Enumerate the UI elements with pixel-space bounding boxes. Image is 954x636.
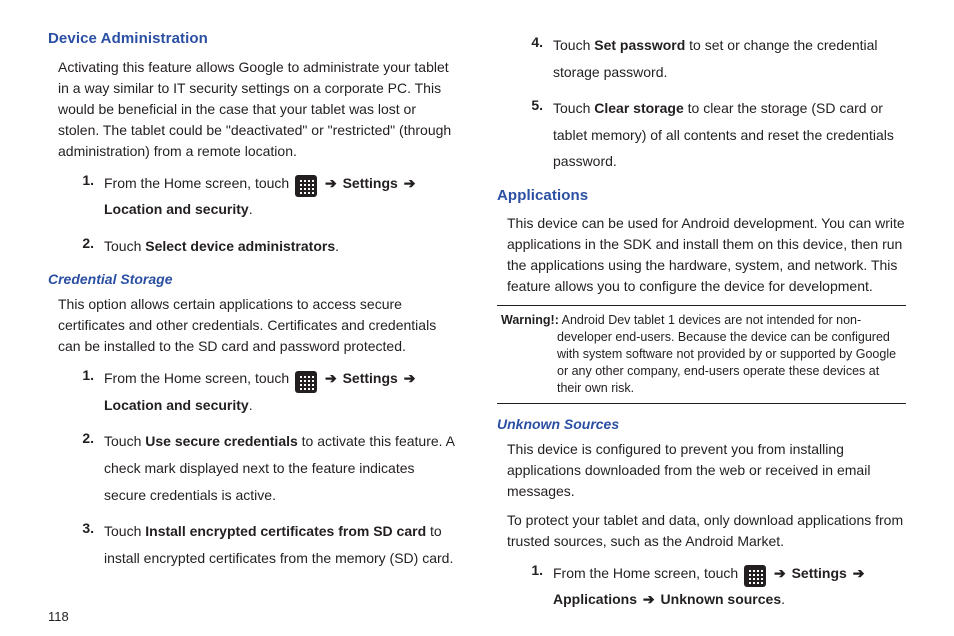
left-column: Device Administration Activating this fe…: [48, 28, 457, 623]
step-bold: Settings: [343, 175, 398, 191]
step-text: .: [335, 238, 339, 254]
step-number: 1.: [78, 170, 104, 191]
page-number: 118: [48, 609, 69, 624]
page-columns: Device Administration Activating this fe…: [48, 28, 906, 623]
step-bold: Settings: [792, 565, 847, 581]
step-bold: Settings: [343, 370, 398, 386]
step-text: From the Home screen, touch: [104, 175, 293, 191]
step-item: 4. Touch Set password to set or change t…: [497, 32, 906, 85]
credential-storage-steps: 1. From the Home screen, touch ➔ Setting…: [48, 365, 457, 571]
device-admin-steps: 1. From the Home screen, touch ➔ Setting…: [48, 170, 457, 260]
step-item: 1. From the Home screen, touch ➔ Setting…: [48, 365, 457, 418]
step-body: Touch Select device administrators.: [104, 233, 457, 260]
step-bold: Use secure credentials: [145, 433, 298, 449]
unknown-sources-p2: To protect your tablet and data, only do…: [507, 510, 906, 552]
step-bold: Location and security: [104, 201, 249, 217]
step-body: Touch Install encrypted certificates fro…: [104, 518, 457, 571]
step-number: 2.: [78, 233, 104, 254]
step-item: 2. Touch Use secure credentials to activ…: [48, 428, 457, 508]
arrow-icon: ➔: [323, 370, 343, 386]
step-number: 1.: [527, 560, 553, 581]
credential-storage-heading: Credential Storage: [48, 269, 457, 290]
arrow-icon: ➔: [402, 175, 418, 191]
step-bold: Set password: [594, 37, 685, 53]
arrow-icon: ➔: [323, 175, 343, 191]
step-item: 2. Touch Select device administrators.: [48, 233, 457, 260]
step-text: Touch: [104, 238, 145, 254]
step-item: 5. Touch Clear storage to clear the stor…: [497, 95, 906, 175]
apps-grid-icon: [295, 371, 317, 393]
warning-box: Warning!: Android Dev tablet 1 devices a…: [497, 305, 906, 403]
step-item: 3. Touch Install encrypted certificates …: [48, 518, 457, 571]
warning-text: Android Dev tablet 1 devices are not int…: [557, 313, 896, 395]
applications-heading: Applications: [497, 185, 906, 208]
applications-intro: This device can be used for Android deve…: [507, 213, 906, 297]
step-text: .: [249, 201, 253, 217]
unknown-sources-p1: This device is configured to prevent you…: [507, 439, 906, 502]
arrow-icon: ➔: [402, 370, 418, 386]
step-text: Touch: [104, 523, 145, 539]
apps-grid-icon: [295, 175, 317, 197]
step-number: 5.: [527, 95, 553, 116]
step-bold: Clear storage: [594, 100, 683, 116]
step-item: 1. From the Home screen, touch ➔ Setting…: [497, 560, 906, 613]
step-body: From the Home screen, touch ➔ Settings ➔…: [104, 365, 457, 418]
step-bold: Unknown sources: [661, 591, 782, 607]
step-body: Touch Clear storage to clear the storage…: [553, 95, 906, 175]
step-text: From the Home screen, touch: [104, 370, 293, 386]
step-number: 1.: [78, 365, 104, 386]
step-body: From the Home screen, touch ➔ Settings ➔…: [104, 170, 457, 223]
arrow-icon: ➔: [772, 565, 792, 581]
unknown-sources-steps: 1. From the Home screen, touch ➔ Setting…: [497, 560, 906, 613]
device-admin-heading: Device Administration: [48, 28, 457, 51]
right-column: 4. Touch Set password to set or change t…: [497, 28, 906, 623]
step-number: 4.: [527, 32, 553, 53]
step-item: 1. From the Home screen, touch ➔ Setting…: [48, 170, 457, 223]
step-text: Touch: [104, 433, 145, 449]
step-bold: Location and security: [104, 397, 249, 413]
step-text: .: [249, 397, 253, 413]
step-text: From the Home screen, touch: [553, 565, 742, 581]
apps-grid-icon: [744, 565, 766, 587]
credential-storage-steps-cont: 4. Touch Set password to set or change t…: [497, 32, 906, 175]
step-body: Touch Use secure credentials to activate…: [104, 428, 457, 508]
step-bold: Select device administrators: [145, 238, 335, 254]
credential-storage-intro: This option allows certain applications …: [58, 294, 457, 357]
step-body: From the Home screen, touch ➔ Settings ➔…: [553, 560, 906, 613]
warning-label: Warning!:: [501, 313, 559, 327]
step-text: Touch: [553, 37, 594, 53]
step-text: Touch: [553, 100, 594, 116]
arrow-icon: ➔: [641, 591, 661, 607]
arrow-icon: ➔: [851, 565, 867, 581]
step-number: 2.: [78, 428, 104, 449]
step-bold: Applications: [553, 591, 641, 607]
step-bold: Install encrypted certificates from SD c…: [145, 523, 426, 539]
device-admin-intro: Activating this feature allows Google to…: [58, 57, 457, 162]
step-body: Touch Set password to set or change the …: [553, 32, 906, 85]
step-text: .: [781, 591, 785, 607]
step-number: 3.: [78, 518, 104, 539]
unknown-sources-heading: Unknown Sources: [497, 414, 906, 435]
